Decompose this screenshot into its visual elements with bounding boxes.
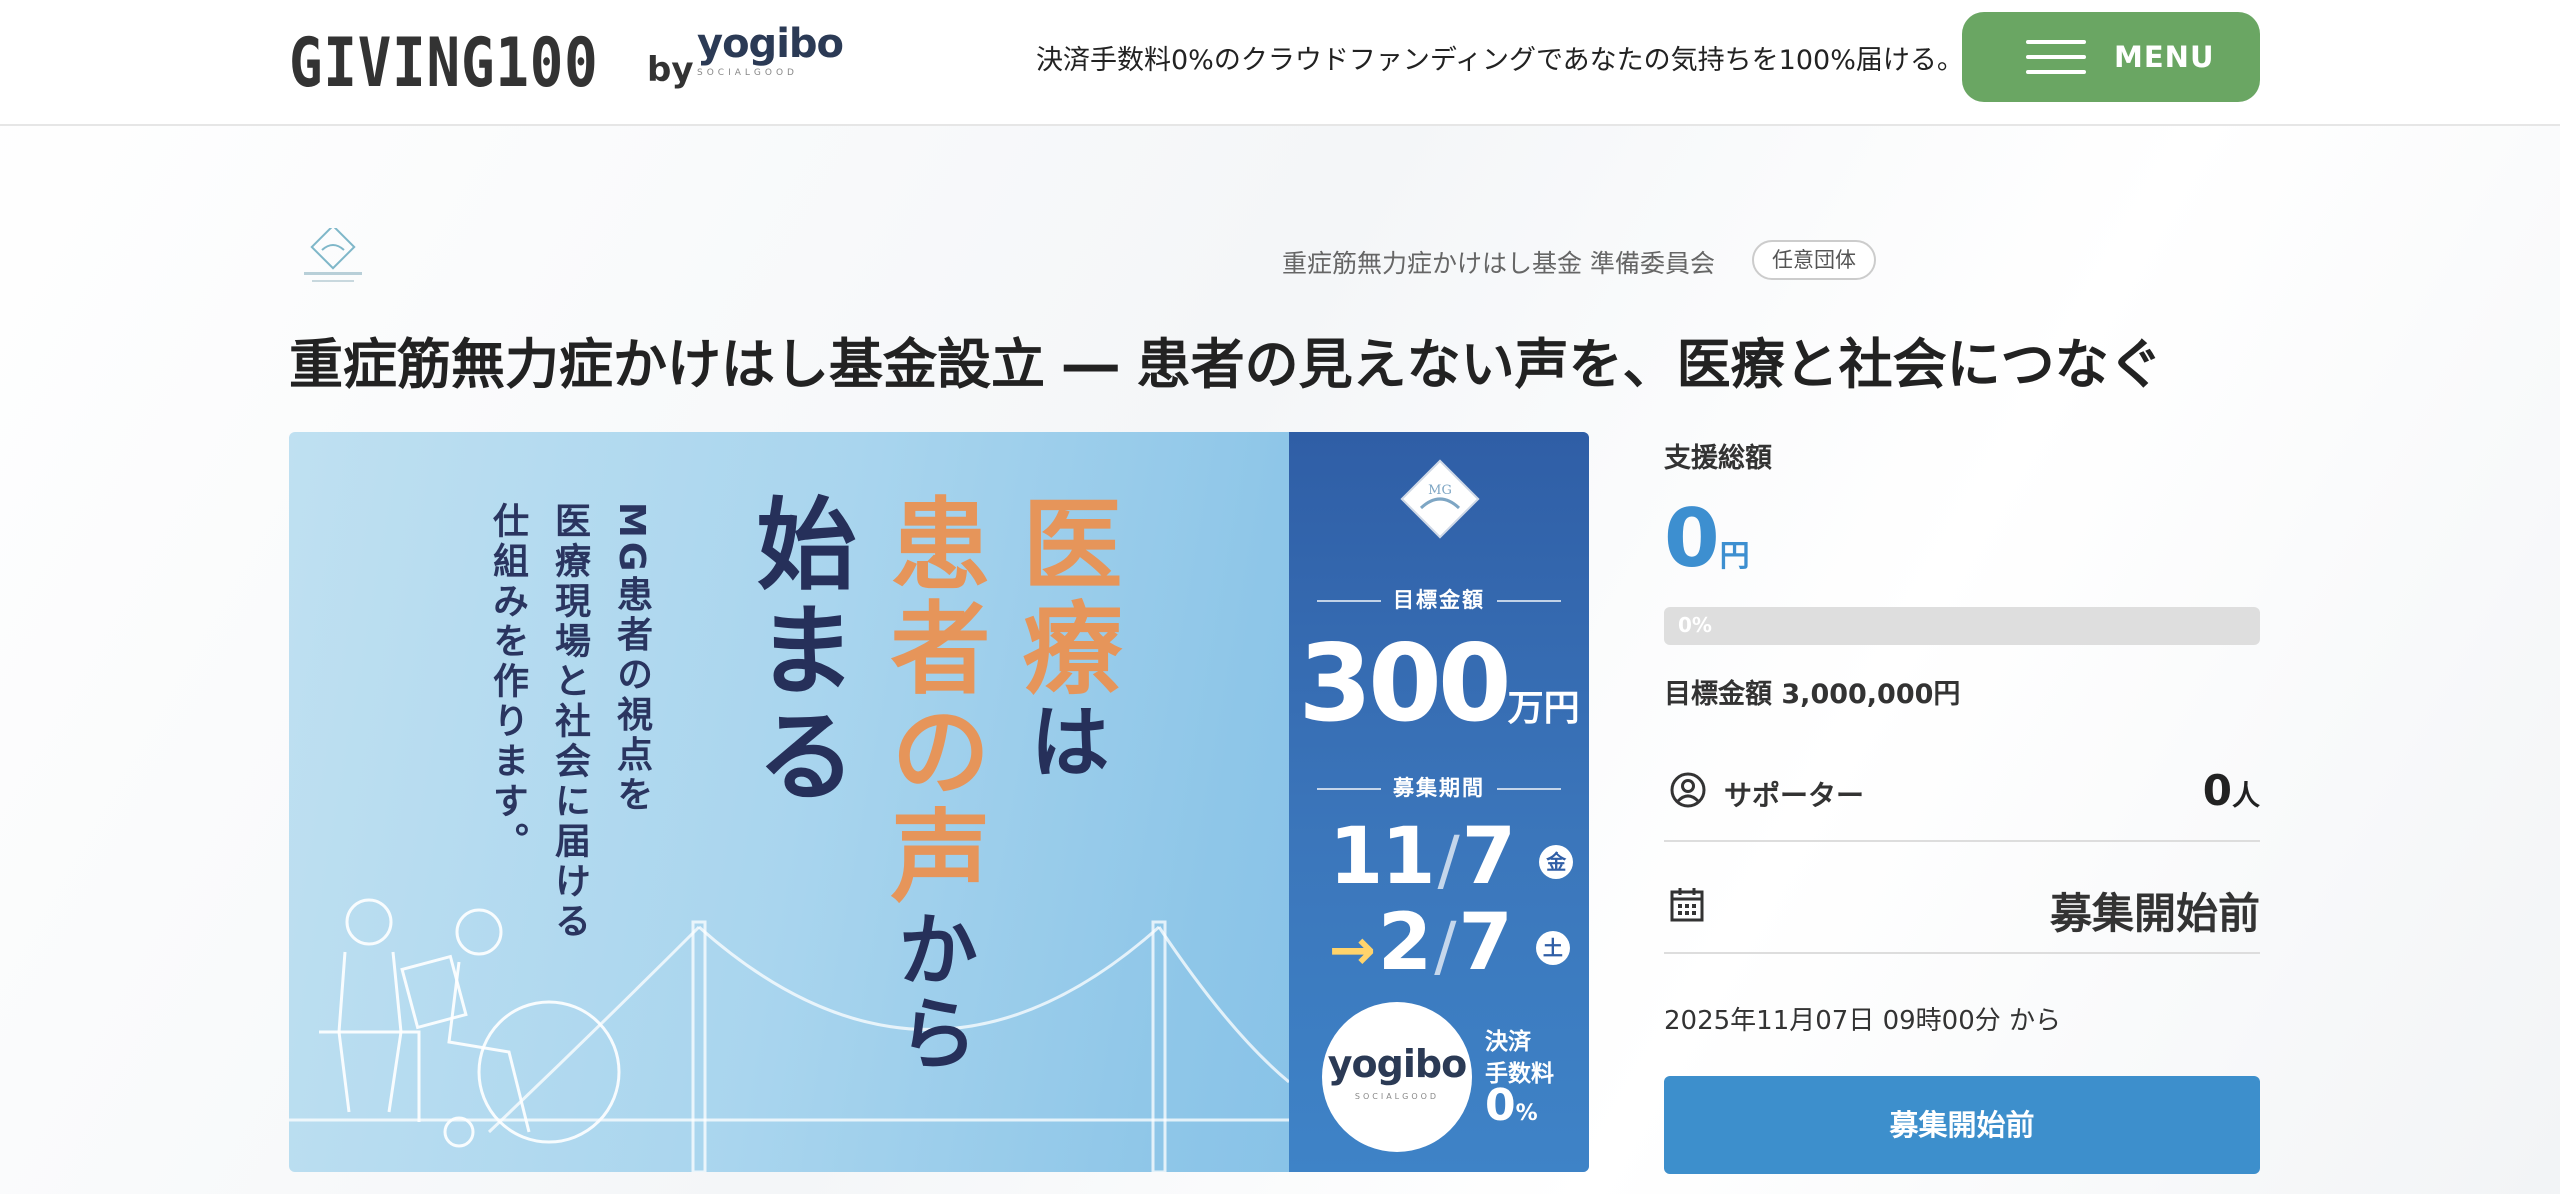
project-title: 重症筋無力症かけはし基金設立 ― 患者の見えない声を、医療と社会につなぐ — [289, 333, 2163, 396]
status-row: 募集開始前 — [1664, 842, 2260, 954]
start-datetime: 2025年11月07日 09時00分 から — [1664, 1006, 2062, 1036]
project-banner-image: MG患者の視点を 医療現場と社会に届ける 仕組みを作ります。 始まる 患者の声か… — [289, 432, 1589, 1172]
calendar-icon — [1670, 888, 1704, 922]
banner-period-label: 募集期間 — [1289, 772, 1589, 802]
banner-yogibo-sub: SOCIALGOOD — [1354, 1092, 1440, 1101]
menu-label: MENU — [2114, 40, 2215, 74]
banner-start-date: 11/7 金 — [1329, 812, 1574, 902]
organization-name[interactable]: 重症筋無力症かけはし基金 準備委員会 — [1282, 244, 1715, 280]
campaign-status: 募集開始前 — [2049, 889, 2260, 938]
banner-fee-line1: 決済 — [1485, 1029, 1531, 1055]
total-support-currency: 円 — [1719, 539, 1750, 574]
banner-goal-unit: 万円 — [1507, 688, 1580, 729]
banner-start-month: 11 — [1329, 812, 1436, 902]
banner-headline-medical: 医療は — [1005, 492, 1122, 784]
hamburger-icon — [2026, 38, 2086, 76]
banner-headline-medical-wa: は — [1017, 700, 1110, 784]
banner-copy-line2: 医療現場と社会に届ける — [549, 502, 590, 942]
banner-yogibo-text: yogibo — [1327, 1042, 1467, 1086]
supporters-count: 0人 — [2203, 766, 2260, 815]
arrow-right-icon: → — [1329, 918, 1376, 983]
supporters-unit: 人 — [2231, 779, 2260, 812]
organization-type-badge: 任意団体 — [1752, 240, 1876, 280]
header-tagline: 決済手数料0%のクラウドファンディングであなたの気持ちを100%届ける。 — [1036, 45, 1964, 76]
banner-end-dow: 土 — [1535, 930, 1570, 965]
mg-logo: MG — [1400, 459, 1480, 539]
goal-amount: 目標金額 3,000,000円 — [1664, 679, 1961, 710]
banner-fee-pct: % — [1515, 1101, 1538, 1126]
yogibo-logo-text: yogibo — [697, 21, 844, 67]
supporters-label: サポーター — [1724, 779, 1865, 812]
total-support-label: 支援総額 — [1664, 443, 1772, 474]
banner-headline-medical-main: 医療 — [1005, 492, 1122, 700]
support-action-button[interactable]: 募集開始前 — [1664, 1076, 2260, 1174]
banner-headline-voice-from: から — [885, 908, 978, 1076]
banner-start-day: 7 — [1461, 812, 1516, 902]
banner-goal-label: 目標金額 — [1289, 584, 1589, 614]
banner-copy-line1: MG患者の視点を — [611, 502, 652, 816]
banner-fee-zero: 0 — [1485, 1080, 1516, 1131]
supporters-row: サポーター 0人 — [1664, 730, 2260, 842]
progress-bar: 0% — [1664, 607, 2260, 645]
banner-headline-start: 始まる — [739, 492, 856, 810]
yogibo-logo-sub: SOCIALGOOD — [697, 68, 798, 78]
banner-copy-line3: 仕組みを作ります。 — [487, 502, 528, 862]
banner-goal-amount: 300万円 — [1289, 622, 1589, 745]
giving100-logo[interactable]: GIVING100 by yogibo SOCIALGOOD — [289, 18, 844, 103]
organization-logo[interactable] — [300, 228, 366, 290]
logo-by-text: by — [647, 50, 694, 90]
yogibo-logo: yogibo SOCIALGOOD — [697, 21, 844, 94]
menu-button[interactable]: MENU — [1962, 12, 2260, 102]
progress-percent-label: 0% — [1678, 613, 1712, 637]
logo-giving100-text: GIVING100 — [289, 24, 599, 103]
mg-logo-text: MG — [1428, 483, 1452, 498]
banner-end-month: 2 — [1377, 898, 1432, 988]
banner-fee-text: 決済 手数料 0% — [1485, 1026, 1554, 1130]
supporters-number: 0 — [2202, 766, 2232, 815]
banner-goal-number: 300 — [1298, 622, 1511, 745]
total-support-amount: 0円 — [1664, 492, 1750, 585]
total-support-number: 0 — [1664, 492, 1720, 585]
banner-yogibo-badge: yogibo SOCIALGOOD — [1322, 1002, 1472, 1152]
banner-headline-voice-main: 患者の声 — [873, 492, 990, 908]
banner-end-date: →2/7 土 — [1329, 898, 1570, 988]
banner-headline-voice: 患者の声から — [873, 492, 990, 1076]
site-header: GIVING100 by yogibo SOCIALGOOD 決済手数料0%のク… — [0, 0, 2560, 126]
banner-start-dow: 金 — [1539, 844, 1574, 879]
banner-end-day: 7 — [1458, 898, 1512, 988]
person-icon — [1670, 772, 1706, 808]
